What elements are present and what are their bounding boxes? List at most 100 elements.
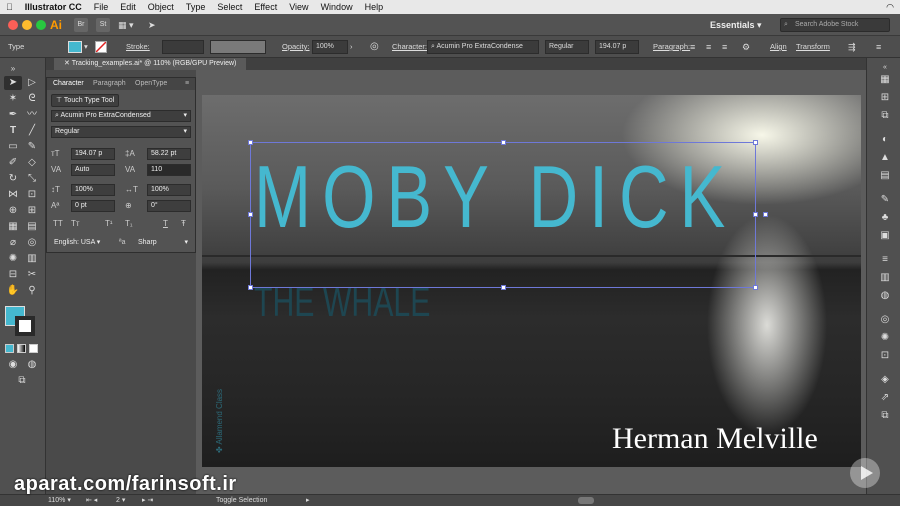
mesh-tool-icon[interactable]: ▦ — [4, 220, 22, 234]
baseline-shift-field[interactable]: 0 pt — [71, 200, 115, 212]
none-mode-icon[interactable] — [29, 344, 38, 353]
status-menu-icon[interactable]: ▸ — [306, 495, 310, 506]
stroke-weight-field[interactable] — [162, 40, 204, 54]
stock-icon[interactable]: St — [96, 18, 110, 32]
antialiasing-select[interactable]: Sharp ▾ — [135, 238, 191, 250]
swatches-icon[interactable]: ▤ — [879, 170, 891, 182]
first-artboard-button[interactable]: ⇤ ◂ — [86, 495, 97, 506]
stroke-swatch[interactable] — [95, 41, 107, 53]
underline-button[interactable]: T — [163, 218, 168, 230]
touch-type-tool-button[interactable]: ⊤ Touch Type Tool — [51, 94, 120, 107]
layers-icon[interactable]: ◈ — [879, 374, 891, 386]
opacity-arrow-icon[interactable]: › — [350, 36, 353, 58]
close-tab-icon[interactable]: ✕ — [64, 60, 72, 67]
apple-icon[interactable]:  — [0, 0, 19, 14]
fill-dropdown-icon[interactable]: ▾ — [84, 36, 88, 58]
opacity-label[interactable]: Opacity: — [282, 36, 310, 58]
character-label[interactable]: Character: — [392, 36, 427, 58]
gradient-icon[interactable]: ▥ — [879, 272, 891, 284]
gradient-mode-icon[interactable] — [17, 344, 26, 353]
minimize-window-button[interactable] — [22, 20, 32, 30]
shape-builder-tool-icon[interactable]: ⊕ — [4, 204, 22, 218]
menu-edit[interactable]: Edit — [114, 0, 142, 14]
tab-opentype[interactable]: OpenType — [135, 78, 167, 90]
arrange-documents-icon[interactable]: ▦ ▾ — [118, 18, 134, 32]
color-icon[interactable]: ◐ — [879, 134, 891, 146]
draw-mode-icon[interactable]: ◉ — [4, 358, 22, 372]
handle-bottom-right[interactable] — [753, 285, 758, 290]
font-size-field[interactable]: 194.07 p — [595, 40, 639, 54]
screen-mode-icon[interactable]: ⧉ — [13, 374, 31, 388]
isolate-icon[interactable]: ⇶ — [848, 36, 856, 58]
font-family-field[interactable]: ⌕ Acumin Pro ExtraCondense — [427, 40, 539, 54]
artboard-tool-icon[interactable]: ⊟ — [4, 268, 22, 282]
close-window-button[interactable] — [8, 20, 18, 30]
hand-tool-icon[interactable]: ✋ — [4, 284, 22, 298]
handle-bottom-left[interactable] — [248, 285, 253, 290]
opacity-field[interactable]: 100% — [312, 40, 348, 54]
gpu-performance-icon[interactable]: ➤ — [148, 18, 156, 32]
libraries-icon[interactable]: ⊞ — [879, 92, 891, 104]
menu-effect[interactable]: Effect — [248, 0, 283, 14]
font-size-field[interactable]: 194.07 p — [71, 148, 115, 160]
collapse-dock-icon[interactable]: « — [879, 62, 891, 74]
zoom-level-field[interactable]: 110% ▾ — [48, 495, 71, 506]
slice-tool-icon[interactable]: ✂ — [23, 268, 41, 282]
brushes-icon[interactable]: ✎ — [879, 194, 891, 206]
bridge-icon[interactable]: Br — [74, 18, 88, 32]
direct-selection-tool-icon[interactable]: ▷ — [23, 76, 41, 90]
handle-top-left[interactable] — [248, 140, 253, 145]
character-rotation-field[interactable]: 0° — [147, 200, 191, 212]
author-text[interactable]: Herman Melville — [612, 422, 818, 456]
stock-search-input[interactable]: ⌕ Search Adobe Stock — [780, 18, 890, 32]
zoom-window-button[interactable] — [36, 20, 46, 30]
free-transform-tool-icon[interactable]: ⊡ — [23, 188, 41, 202]
play-button[interactable] — [850, 458, 880, 488]
layers-alt-icon[interactable]: ⧉ — [879, 110, 891, 122]
font-family-field[interactable]: ⌕ Acumin Pro ExtraCondensed ▾ — [51, 110, 191, 122]
collapse-tools-icon[interactable]: » — [4, 62, 22, 76]
handle-middle-right[interactable] — [753, 212, 758, 217]
properties-icon[interactable]: ▦ — [879, 74, 891, 86]
vertical-scale-field[interactable]: 100% — [71, 184, 115, 196]
zoom-tool-icon[interactable]: ⚲ — [23, 284, 41, 298]
color-mode-icon[interactable] — [5, 344, 14, 353]
horizontal-scale-field[interactable]: 100% — [147, 184, 191, 196]
font-style-field[interactable]: Regular ▾ — [51, 126, 191, 138]
superscript-button[interactable]: T¹ — [105, 218, 113, 230]
type-tool-icon[interactable]: T — [4, 124, 22, 138]
draw-inside-icon[interactable]: ◍ — [23, 358, 41, 372]
rectangle-tool-icon[interactable]: ▭ — [4, 140, 22, 154]
menu-object[interactable]: Object — [142, 0, 180, 14]
menu-window[interactable]: Window — [315, 0, 359, 14]
stroke-color-swatch[interactable] — [15, 316, 35, 336]
menu-file[interactable]: File — [88, 0, 115, 14]
tab-character[interactable]: Character — [53, 78, 84, 90]
artboard-number-field[interactable]: 2 ▾ — [116, 495, 125, 506]
kerning-field[interactable]: Auto — [71, 164, 115, 176]
strikethrough-button[interactable]: Ŧ — [181, 218, 186, 230]
rotate-tool-icon[interactable]: ↻ — [4, 172, 22, 186]
transform-panel-link[interactable]: Transform — [796, 36, 830, 58]
pen-tool-icon[interactable]: ✒ — [4, 108, 22, 122]
color-guide-icon[interactable]: ▲ — [879, 152, 891, 164]
asset-export-icon[interactable]: ⧉ — [879, 410, 891, 422]
curvature-tool-icon[interactable]: 〰 — [23, 108, 41, 122]
next-artboard-button[interactable]: ▸ ⇥ — [142, 495, 153, 506]
fill-swatch[interactable] — [68, 41, 82, 53]
appearance-icon[interactable]: ◎ — [879, 314, 891, 326]
menu-help[interactable]: Help — [359, 0, 390, 14]
artboards-icon[interactable]: ⊡ — [879, 350, 891, 362]
selection-tool-icon[interactable]: ➤ — [4, 76, 22, 90]
scale-tool-icon[interactable]: ⤡ — [23, 172, 41, 186]
width-tool-icon[interactable]: ⋈ — [4, 188, 22, 202]
small-caps-button[interactable]: Tт — [71, 218, 80, 230]
transparency-icon[interactable]: ◍ — [879, 290, 891, 302]
language-select[interactable]: English: USA ▾ — [51, 238, 107, 250]
align-left-icon[interactable]: ≡ — [690, 36, 695, 58]
column-graph-tool-icon[interactable]: ▥ — [23, 252, 41, 266]
links-icon[interactable]: ⇗ — [879, 392, 891, 404]
wifi-icon[interactable]: ◠ — [886, 0, 894, 14]
menu-select[interactable]: Select — [211, 0, 248, 14]
font-style-field[interactable]: Regular — [545, 40, 589, 54]
